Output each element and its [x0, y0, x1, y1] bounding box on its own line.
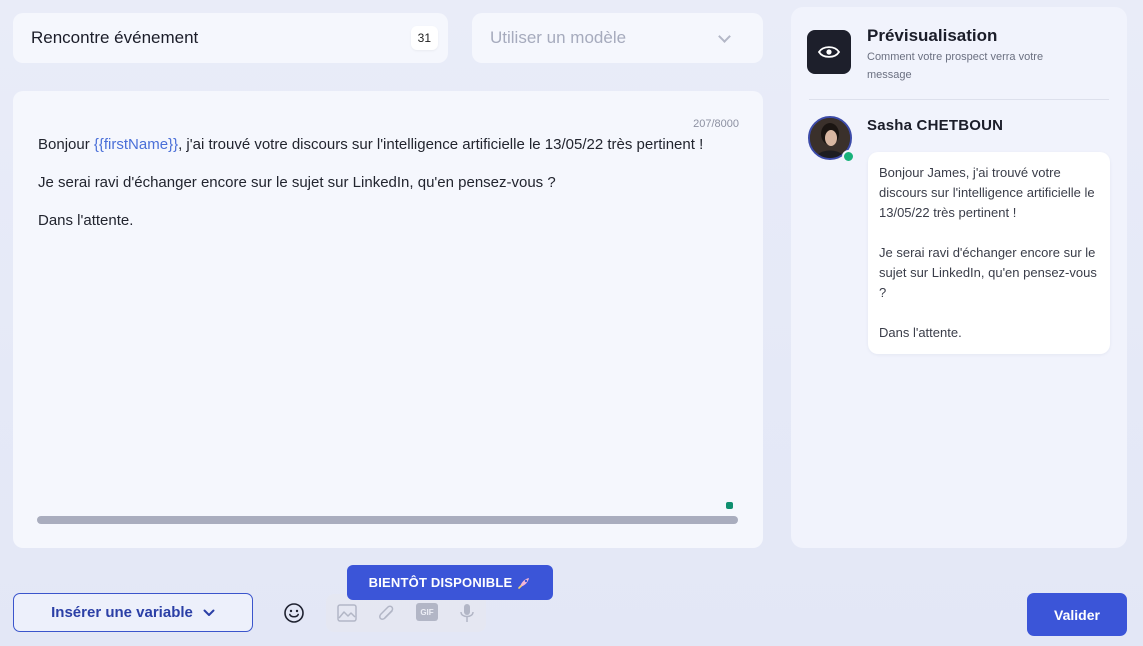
resize-handle[interactable]: [726, 502, 733, 509]
gif-icon: GIF: [416, 603, 438, 621]
preview-panel: Prévisualisation Comment votre prospect …: [791, 7, 1127, 548]
validate-button[interactable]: Valider: [1027, 593, 1127, 636]
message-paragraph-2: Je serai ravi d'échanger encore sur le s…: [38, 174, 556, 191]
chevron-down-icon: [203, 609, 215, 616]
image-icon: [337, 604, 357, 622]
insert-variable-label: Insérer une variable: [51, 604, 193, 621]
insert-variable-button[interactable]: Insérer une variable: [13, 593, 253, 632]
template-select-placeholder: Utiliser un modèle: [490, 28, 627, 47]
coming-soon-badge: BIENTÔT DISPONIBLE: [347, 565, 553, 600]
online-status-dot: [842, 150, 855, 163]
message-textarea[interactable]: Bonjour {{firstName}}, j'ai trouvé votre…: [38, 135, 718, 249]
variable-token-firstname[interactable]: {{firstName}}: [94, 136, 178, 153]
message-line-1-rest: , j'ai trouvé votre discours sur l'intel…: [178, 136, 704, 153]
gif-icon-label: GIF: [420, 607, 434, 617]
chevron-down-icon: [718, 29, 731, 43]
message-title-value: Rencontre événement: [31, 28, 199, 47]
char-counter: 207/8000: [693, 118, 739, 130]
message-title-input[interactable]: Rencontre événement 31: [13, 13, 448, 63]
preview-paragraph-3: Dans l'attente.: [879, 325, 962, 340]
microphone-icon: [460, 604, 474, 622]
preview-paragraph-2: Je serai ravi d'échanger encore sur le s…: [879, 245, 1097, 300]
eye-icon: [818, 46, 840, 58]
preview-message-bubble: Bonjour James, j'ai trouvé votre discour…: [868, 152, 1110, 354]
horizontal-scrollbar[interactable]: [37, 516, 738, 524]
title-char-count-badge: 31: [410, 26, 438, 50]
message-greeting: Bonjour: [38, 136, 94, 153]
template-select[interactable]: Utiliser un modèle: [472, 13, 763, 63]
preview-eye-badge: [807, 30, 851, 74]
message-editor[interactable]: 207/8000 Bonjour {{firstName}}, j'ai tro…: [13, 91, 763, 548]
paperclip-icon: [379, 605, 394, 620]
rocket-icon: [518, 577, 530, 589]
message-paragraph-1: Bonjour {{firstName}}, j'ai trouvé votre…: [38, 135, 718, 154]
preview-subtitle: Comment votre prospect verra votre messa…: [867, 51, 1044, 81]
coming-soon-label: BIENTÔT DISPONIBLE: [368, 575, 513, 590]
preview-paragraph-1: Bonjour James, j'ai trouvé votre discour…: [879, 165, 1095, 220]
divider: [809, 99, 1109, 100]
sender-name: Sasha CHETBOUN: [867, 117, 1004, 134]
message-paragraph-3: Dans l'attente.: [38, 212, 134, 229]
preview-title: Prévisualisation: [867, 26, 998, 45]
emoji-icon[interactable]: [283, 602, 305, 624]
